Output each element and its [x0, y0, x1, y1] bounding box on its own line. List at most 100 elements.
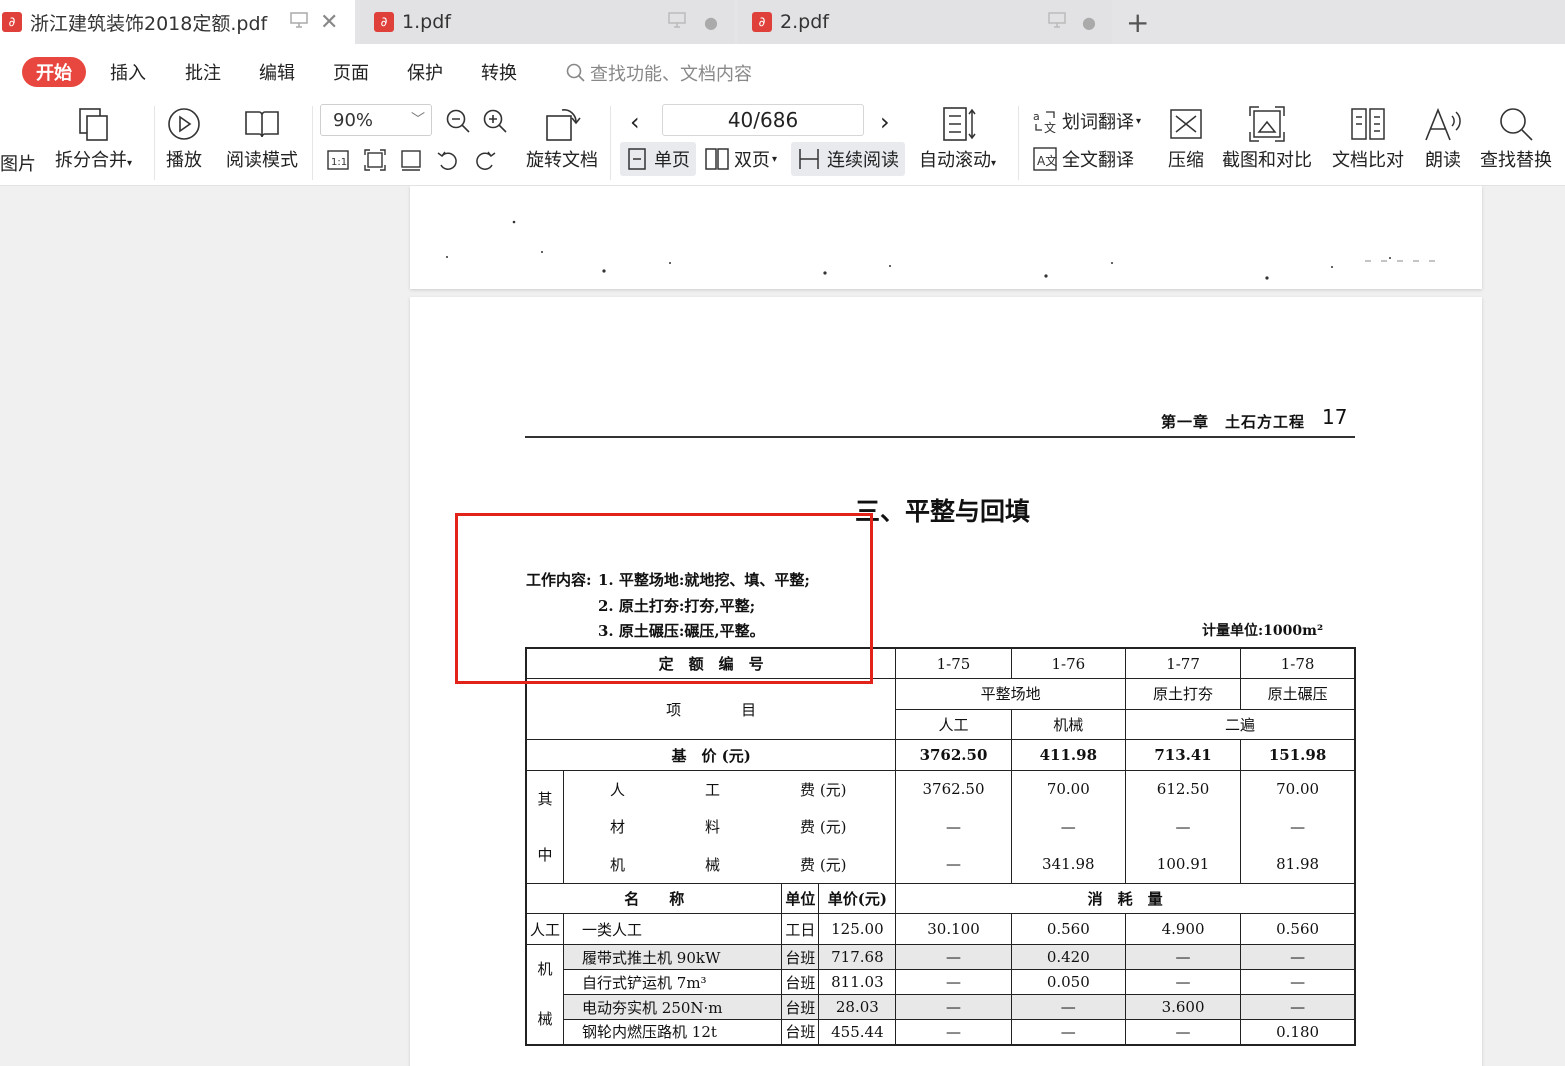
base-price: 3762.50	[895, 739, 1012, 771]
zoom-in-icon	[483, 109, 507, 133]
zoom-out-button[interactable]	[445, 108, 471, 134]
double-page-button[interactable]: 双页 ▾	[704, 142, 777, 176]
book-icon	[243, 102, 281, 146]
base-price-label: 基 价 (元)	[525, 739, 897, 771]
monitor-icon[interactable]	[1048, 12, 1066, 32]
read-aloud-label: 朗读	[1425, 150, 1461, 171]
cost-row-material: 材料费 (元)	[563, 808, 897, 846]
auto-scroll-icon	[938, 102, 978, 146]
page-number-input[interactable]: 40/686	[662, 104, 864, 136]
consumption-value: —	[1124, 1019, 1242, 1046]
screenshot-compare-label: 截图和对比	[1222, 150, 1312, 171]
close-tab-icon[interactable]: ✕	[320, 10, 338, 35]
rotate-right-button[interactable]	[473, 148, 497, 172]
cost-value: 341.98	[1010, 845, 1126, 884]
menu-start[interactable]: 开始	[22, 57, 86, 87]
unit-label: 单位	[781, 882, 820, 915]
single-page-label: 单页	[654, 150, 690, 171]
find-replace-button[interactable]: 查找替换	[1480, 102, 1552, 172]
word-translate-label: 划词翻译	[1062, 112, 1134, 133]
unsaved-dot-icon: ●	[1082, 12, 1096, 32]
consumption-value: —	[895, 994, 1012, 1021]
menu-insert[interactable]: 插入	[110, 59, 146, 85]
zoom-out-icon	[446, 109, 470, 133]
rotate-document-icon	[542, 102, 582, 146]
chevron-right-icon: ›	[880, 108, 890, 136]
menu-protect[interactable]: 保护	[407, 59, 443, 85]
search-input[interactable]: 查找功能、文档内容	[566, 60, 752, 86]
zoom-value: 90%	[333, 109, 374, 131]
pdf-file-icon: ∂	[2, 12, 22, 32]
zoom-select[interactable]: 90% ﹀	[320, 104, 432, 136]
quota-code: 1-78	[1240, 647, 1356, 680]
play-icon	[166, 102, 202, 146]
fit-width-button[interactable]	[399, 148, 423, 172]
play-label: 播放	[166, 150, 202, 171]
play-button[interactable]: 播放	[166, 102, 202, 172]
zoom-in-button[interactable]	[482, 108, 508, 134]
consumption-value: 30.100	[895, 913, 1012, 946]
doc-compare-label: 文档比对	[1332, 150, 1404, 171]
cost-value: —	[1010, 808, 1126, 846]
consumption-value: —	[895, 969, 1012, 996]
screenshot-compare-button[interactable]: 截图和对比	[1222, 102, 1312, 172]
single-page-button[interactable]: 单页	[620, 142, 696, 176]
tab-document-1[interactable]: ∂ 1.pdf ●	[360, 0, 734, 44]
consumption-value: —	[1240, 969, 1356, 996]
word-translate-button[interactable]: a文 划词翻译 ▾	[1032, 108, 1141, 134]
base-price: 151.98	[1240, 739, 1356, 771]
translate-icon: a文	[1033, 110, 1056, 134]
image-tool[interactable]: 图片	[0, 150, 36, 176]
compress-icon	[1166, 102, 1206, 146]
doc-compare-button[interactable]: 文档比对	[1332, 102, 1404, 172]
actual-size-button[interactable]: 1:1	[326, 148, 350, 172]
consumption-value: —	[1124, 944, 1242, 971]
menu-edit[interactable]: 编辑	[259, 59, 295, 85]
resource-price: 717.68	[818, 944, 897, 971]
resource-price: 455.44	[818, 1019, 897, 1046]
tab-document-2[interactable]: ∂ 2.pdf ●	[738, 0, 1112, 44]
compress-button[interactable]: 压缩	[1166, 102, 1206, 172]
quota-code: 1-76	[1010, 647, 1126, 680]
cost-value: —	[895, 808, 1012, 846]
read-mode-button[interactable]: 阅读模式	[226, 102, 298, 172]
actual-size-icon: 1:1	[327, 150, 349, 170]
rotate-left-button[interactable]	[436, 148, 460, 172]
consumption-value: —	[1010, 994, 1126, 1021]
consumption-value: 0.050	[1010, 969, 1126, 996]
consumption-value: 0.180	[1240, 1019, 1356, 1046]
prev-page-button[interactable]: ‹	[630, 108, 640, 136]
consumption-value: —	[895, 1019, 1012, 1046]
group-header: 原土打夯	[1124, 678, 1242, 710]
fit-page-button[interactable]	[363, 148, 387, 172]
split-merge-button[interactable]: 拆分合并▾	[55, 102, 132, 172]
continuous-read-button[interactable]: 连续阅读	[791, 142, 905, 176]
rotate-document-button[interactable]: 旋转文档	[526, 102, 598, 172]
search-icon	[1496, 102, 1536, 146]
monitor-icon[interactable]	[290, 12, 308, 32]
resource-unit: 台班	[781, 969, 820, 996]
menu-annotate[interactable]: 批注	[185, 59, 221, 85]
read-aloud-button[interactable]: 朗读	[1422, 102, 1464, 172]
pdf-file-icon: ∂	[374, 12, 394, 32]
consumption-value: —	[1240, 994, 1356, 1021]
svg-text:A文: A文	[1037, 153, 1057, 168]
full-translate-icon: A文	[1033, 147, 1057, 171]
menu-convert[interactable]: 转换	[481, 59, 517, 85]
cost-row-machine: 机械费 (元)	[563, 845, 897, 884]
next-page-button[interactable]: ›	[880, 108, 890, 136]
group-header: 原土碾压	[1240, 678, 1356, 710]
consumption-value: 4.900	[1124, 913, 1242, 946]
menu-page[interactable]: 页面	[333, 59, 369, 85]
monitor-icon[interactable]	[668, 12, 686, 32]
double-page-label: 双页	[734, 150, 770, 171]
split-merge-label: 拆分合并▾	[55, 150, 133, 171]
plus-icon[interactable]: +	[1126, 6, 1149, 39]
full-translate-button[interactable]: A文 全文翻译	[1032, 146, 1134, 172]
tab-document-main[interactable]: ∂ 浙江建筑装饰2018定额.pdf ✕	[0, 0, 355, 44]
consumption-value: —	[1124, 969, 1242, 996]
labor-category: 人工	[525, 913, 565, 946]
base-price: 713.41	[1124, 739, 1242, 771]
resource-unit: 工日	[781, 913, 820, 946]
auto-scroll-button[interactable]: 自动滚动▾	[919, 102, 996, 172]
